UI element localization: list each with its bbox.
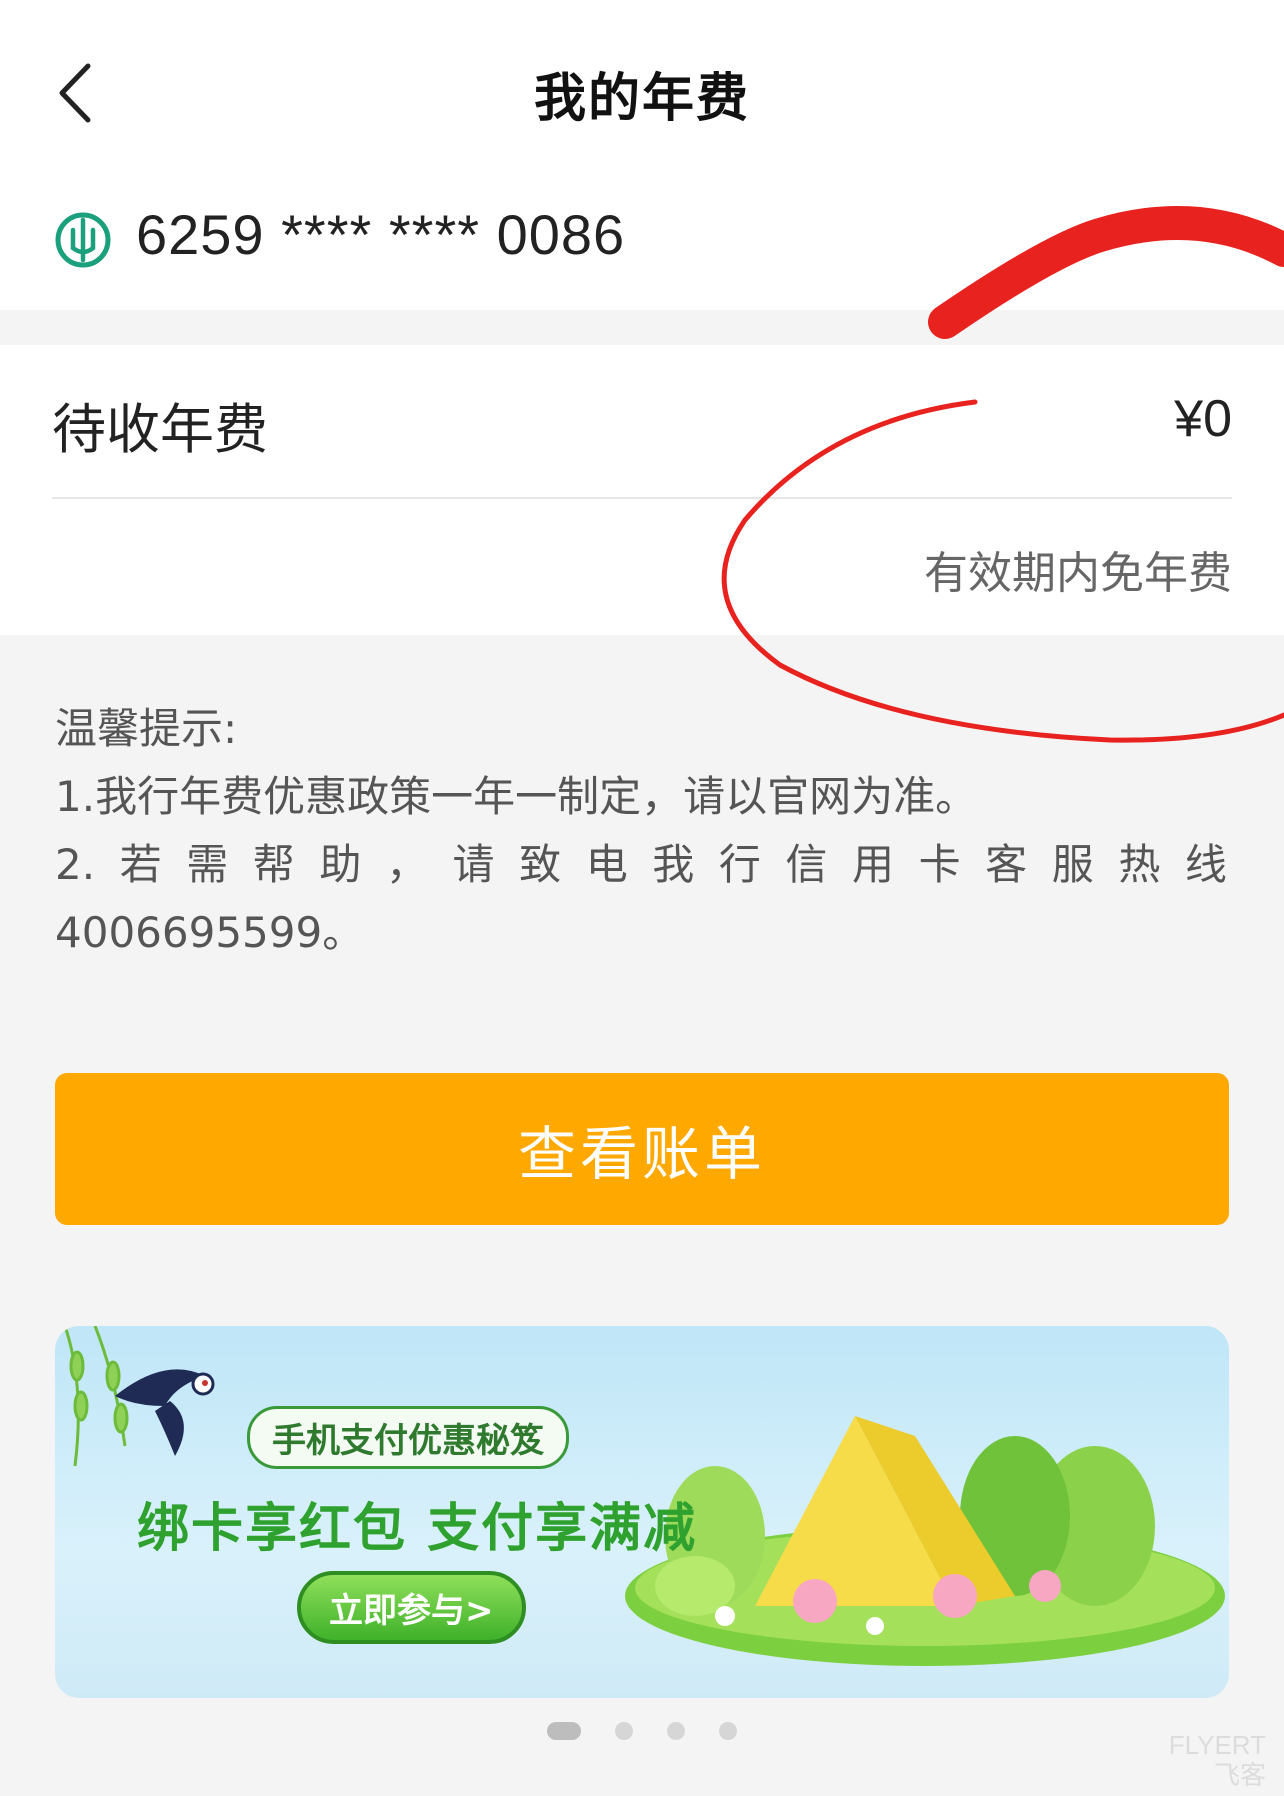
divider bbox=[52, 497, 1232, 499]
tips-line-2-char: 热 bbox=[1118, 840, 1161, 889]
tips-line-2-char: 2. bbox=[55, 840, 96, 889]
watermark-line-1: FLYERT bbox=[1168, 1730, 1266, 1760]
pending-fee-label: 待收年费 bbox=[52, 398, 268, 461]
tips-line-2-char: 电 bbox=[585, 840, 628, 889]
carousel-dot[interactable] bbox=[615, 1722, 633, 1740]
carousel-dot[interactable] bbox=[667, 1722, 685, 1740]
tips-line-2-char: 线 bbox=[1184, 840, 1227, 889]
card-info-row: 6259 **** **** 0086 bbox=[0, 180, 1284, 310]
tips-line-2-char: 行 bbox=[718, 840, 761, 889]
promo-headline: 绑卡享红包 支付享满减 bbox=[137, 1499, 698, 1559]
tips-line-2-char: 助 bbox=[319, 840, 362, 889]
pending-fee-amount: ¥0 bbox=[1174, 390, 1232, 448]
promo-tag: 手机支付优惠秘笈 bbox=[247, 1406, 569, 1469]
carousel-dot[interactable] bbox=[547, 1722, 581, 1740]
swallow-bird-icon bbox=[115, 1369, 215, 1456]
tips-line-2-char: 请 bbox=[452, 840, 495, 889]
promo-banner[interactable]: 手机支付优惠秘笈 绑卡享红包 支付享满减 立即参与> bbox=[55, 1326, 1229, 1698]
tips-line-2-char: 若 bbox=[119, 840, 162, 889]
watermark: FLYERT 飞客 bbox=[1169, 1730, 1266, 1790]
join-now-button[interactable]: 立即参与> bbox=[297, 1571, 526, 1644]
tips-line-2-char: 服 bbox=[1051, 840, 1094, 889]
carousel-dot[interactable] bbox=[719, 1722, 737, 1740]
tips-line-2-char: 需 bbox=[186, 840, 229, 889]
page-title: 我的年费 bbox=[533, 69, 750, 129]
tips-hotline: 4006695599。 bbox=[55, 908, 365, 957]
tips-line-2-char: 我 bbox=[652, 840, 695, 889]
tips-line-2: 2. 若需帮助 ， 请致电我行信用卡客服热线 bbox=[55, 831, 1227, 899]
tips-line-2-char: 卡 bbox=[918, 840, 961, 889]
navigation-bar: 我的年费 bbox=[0, 0, 1284, 180]
carousel-indicator[interactable] bbox=[0, 1722, 1284, 1740]
tips-line-2-char: 用 bbox=[852, 840, 895, 889]
tips-section: 温馨提示: 1.我行年费优惠政策一年一制定，请以官网为准。 2. 若需帮助 ， 请致电… bbox=[55, 695, 1227, 967]
fee-waiver-note: 有效期内免年费 bbox=[924, 548, 1232, 599]
spring-island-illustration bbox=[625, 1416, 1225, 1666]
tips-line-2-char: 致 bbox=[519, 840, 562, 889]
tips-line-2-char: 客 bbox=[985, 840, 1028, 889]
tips-heading: 温馨提示: bbox=[55, 704, 238, 753]
tips-line-2-char: 信 bbox=[785, 840, 828, 889]
annual-fee-panel: 待收年费 ¥0 有效期内免年费 bbox=[0, 345, 1284, 635]
tips-line-1: 1.我行年费优惠政策一年一制定，请以官网为准。 bbox=[55, 772, 978, 821]
card-number: 6259 **** **** 0086 bbox=[136, 203, 626, 266]
watermark-line-2: 飞客 bbox=[1213, 1760, 1266, 1790]
tips-line-2-char: 帮 bbox=[252, 840, 295, 889]
view-bill-button[interactable]: 查看账单 bbox=[55, 1073, 1229, 1225]
tips-line-2-char: ， bbox=[385, 840, 428, 889]
bank-logo-icon bbox=[55, 212, 111, 268]
